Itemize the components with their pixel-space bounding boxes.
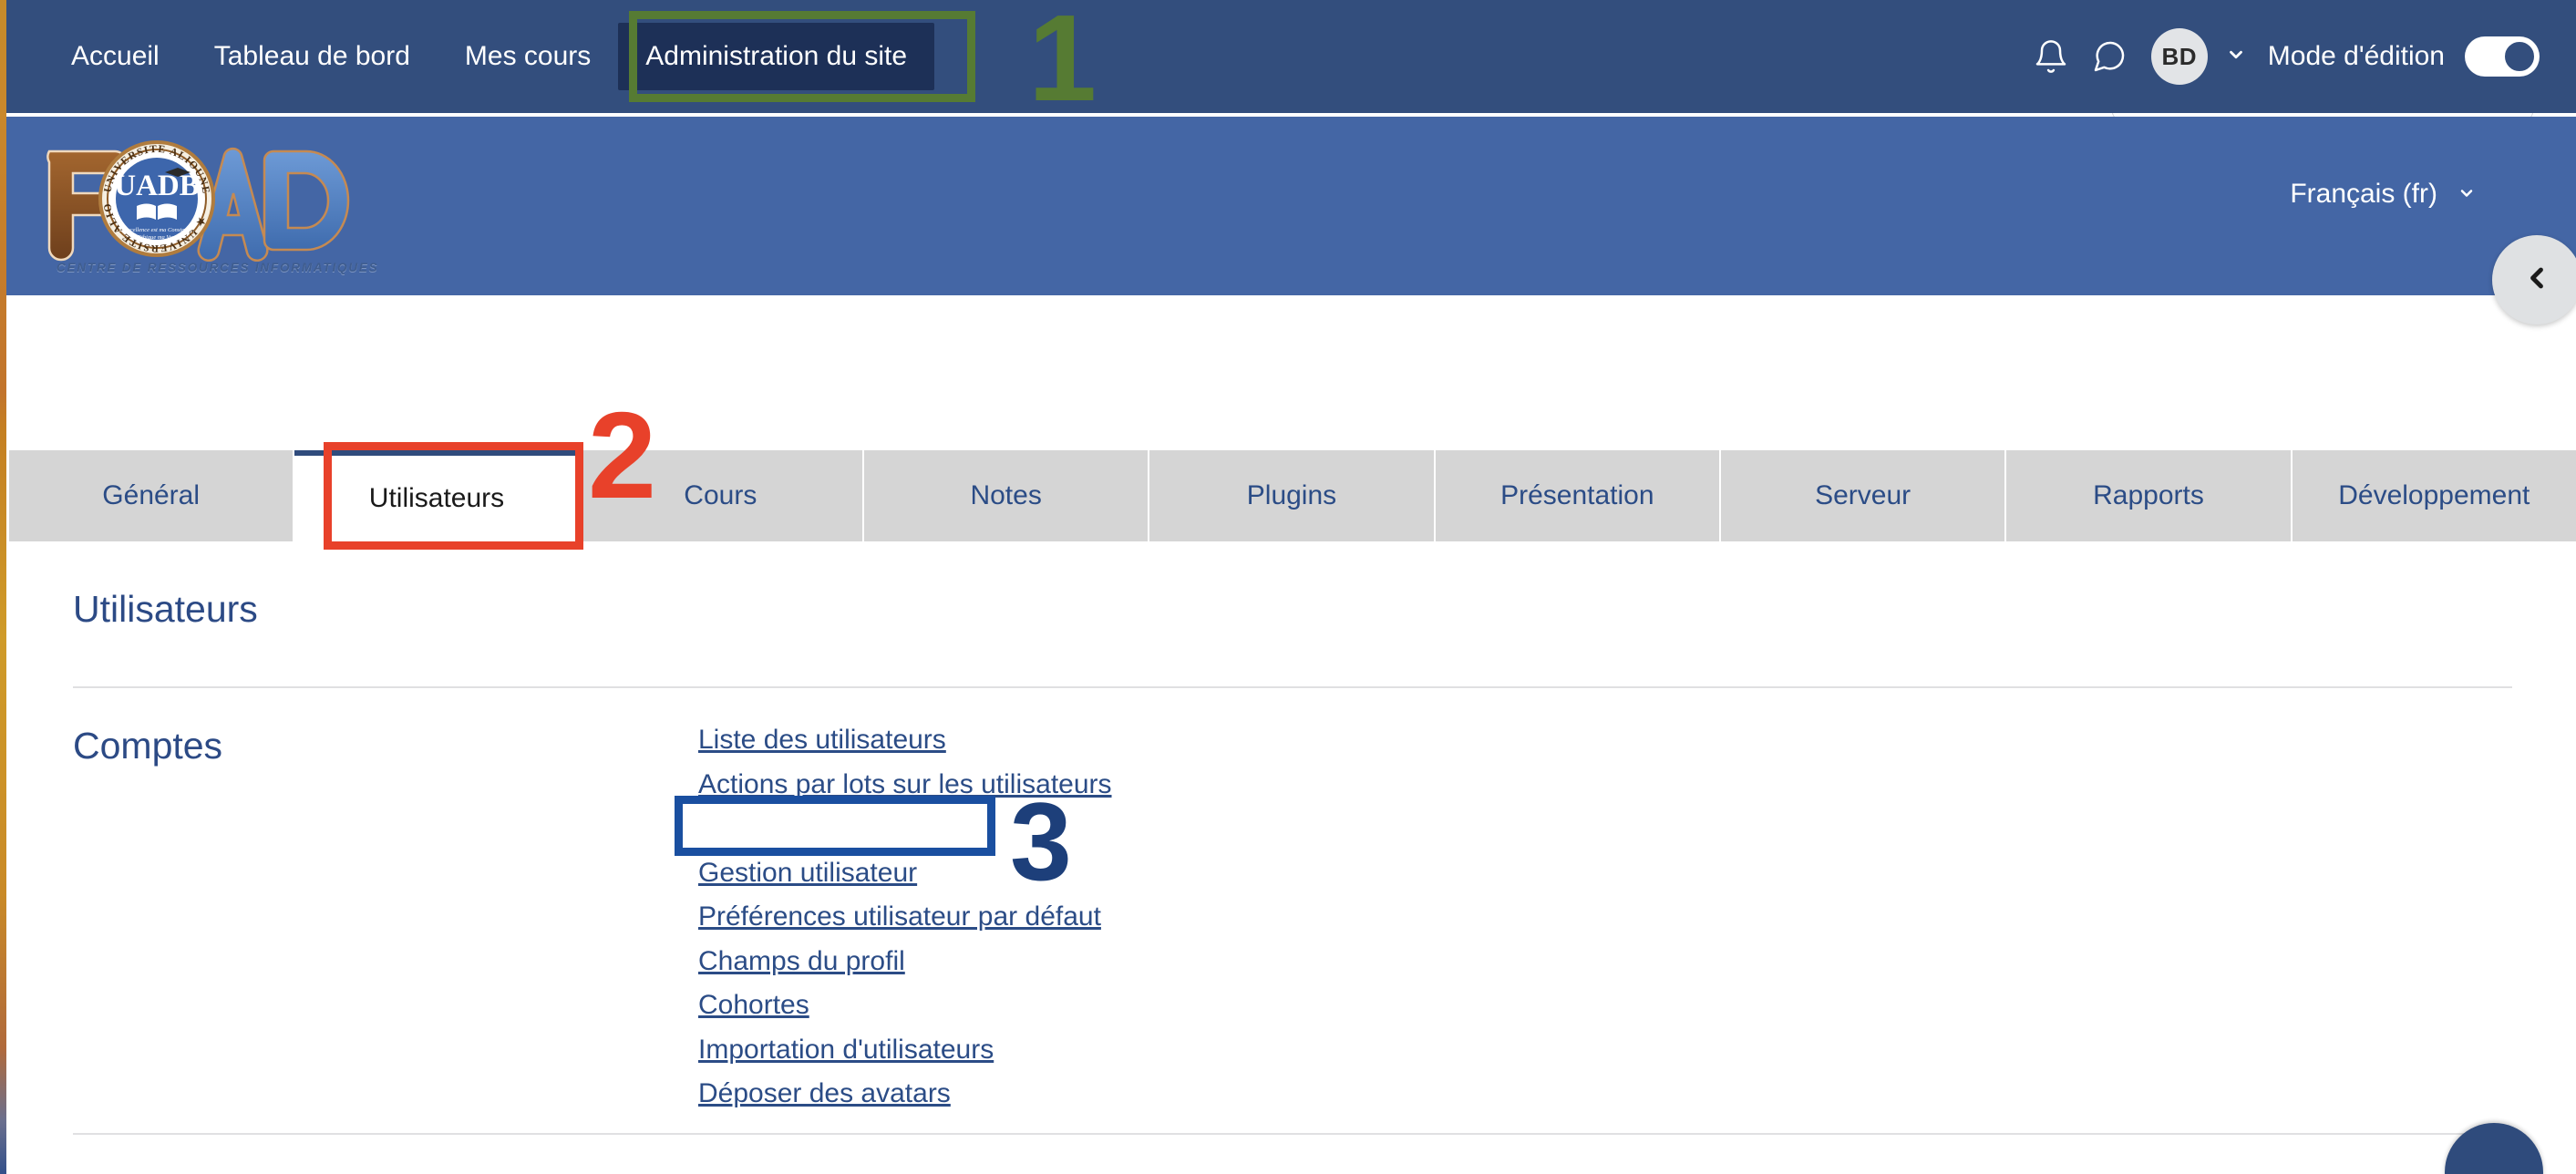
link-champs-du-profil[interactable]: Champs du profil: [698, 940, 905, 984]
tab-plugins[interactable]: Plugins: [1149, 450, 1436, 541]
messages-button[interactable]: [2080, 27, 2138, 86]
tab-cours[interactable]: Cours: [578, 450, 864, 541]
nav-link-administration-du-site[interactable]: Administration du site: [618, 23, 935, 90]
group-title-comptes: Comptes: [73, 725, 223, 767]
link-deposer-des-avatars[interactable]: Déposer des avatars: [698, 1072, 951, 1117]
footer-divider: [73, 1133, 2512, 1135]
main-content: [0, 295, 2576, 1174]
tab-utilisateurs[interactable]: Utilisateurs: [294, 450, 579, 541]
speech-bubble-icon: [2091, 37, 2128, 76]
top-navbar: Accueil Tableau de bord Mes cours Admini…: [0, 0, 2576, 113]
notifications-button[interactable]: [2022, 27, 2080, 86]
edit-mode-toggle-knob: [2502, 39, 2537, 74]
nav-link-tableau-de-bord[interactable]: Tableau de bord: [187, 23, 438, 90]
nav-link-accueil[interactable]: Accueil: [44, 23, 187, 90]
section-divider: [73, 686, 2512, 688]
chevron-left-icon: [2520, 262, 2553, 299]
tab-developpement[interactable]: Développement: [2292, 450, 2576, 541]
tab-rapports[interactable]: Rapports: [2006, 450, 2293, 541]
link-actions-par-lots[interactable]: Actions par lots sur les utilisateurs: [698, 763, 1112, 808]
chevron-down-icon: [2222, 45, 2250, 69]
edit-mode-label: Mode d'édition: [2267, 41, 2445, 71]
bell-icon: [2033, 37, 2069, 76]
language-selector[interactable]: Français (fr): [2290, 179, 2479, 210]
logo-caption: CENTRE DE RESSOURCES INFORMATIQUES: [57, 261, 379, 274]
section-title: Utilisateurs: [73, 588, 258, 630]
edit-mode-toggle[interactable]: [2465, 36, 2540, 77]
navbar-right-cluster: BD Mode d'édition: [2022, 0, 2540, 113]
avatar[interactable]: BD: [2150, 28, 2208, 85]
page-root: Accueil Tableau de bord Mes cours Admini…: [0, 0, 2576, 1174]
left-edge-accent-stripe: [0, 0, 6, 1174]
link-preferences-utilisateur-par-defaut[interactable]: Préférences utilisateur par défaut: [698, 895, 1101, 940]
tab-presentation[interactable]: Présentation: [1435, 450, 1721, 541]
chevron-down-icon: [2454, 179, 2479, 210]
nav-link-mes-cours[interactable]: Mes cours: [438, 23, 618, 90]
primary-nav: Accueil Tableau de bord Mes cours Admini…: [44, 0, 935, 113]
site-logo[interactable]: UNIVERSITE ALIOUNE DIOP de BAMBEY ★ UNIV…: [24, 126, 379, 276]
tab-serveur[interactable]: Serveur: [1720, 450, 2007, 541]
tab-general[interactable]: Général: [9, 450, 295, 541]
link-gestion-utilisateur[interactable]: Gestion utilisateur: [698, 851, 917, 896]
link-liste-des-utilisateurs[interactable]: Liste des utilisateurs: [698, 718, 946, 763]
site-header-band: [0, 117, 2576, 295]
svg-text:L'Excellence est ma Constance,: L'Excellence est ma Constance,: [118, 227, 195, 233]
link-importation-d-utilisateurs[interactable]: Importation d'utilisateurs: [698, 1028, 994, 1073]
user-menu-button[interactable]: [2222, 45, 2250, 69]
foad-logo-graphic: UNIVERSITE ALIOUNE DIOP de BAMBEY ★ UNIV…: [24, 126, 350, 262]
language-label: Français (fr): [2290, 179, 2437, 209]
link-cohortes[interactable]: Cohortes: [698, 983, 809, 1028]
svg-text:UADB: UADB: [114, 170, 200, 202]
sidebar-collapse-button[interactable]: [2492, 235, 2576, 324]
svg-text:l'Ethique ma Vertu: l'Ethique ma Vertu: [135, 234, 180, 241]
link-ajouter-un-utilisateur[interactable]: Ajouter un utilisateur: [698, 807, 948, 851]
admin-link-list: Liste des utilisateurs Actions par lots …: [698, 718, 1112, 1117]
tab-notes[interactable]: Notes: [863, 450, 1150, 541]
admin-tabs: Général Utilisateurs Cours Notes Plugins…: [9, 450, 2576, 541]
